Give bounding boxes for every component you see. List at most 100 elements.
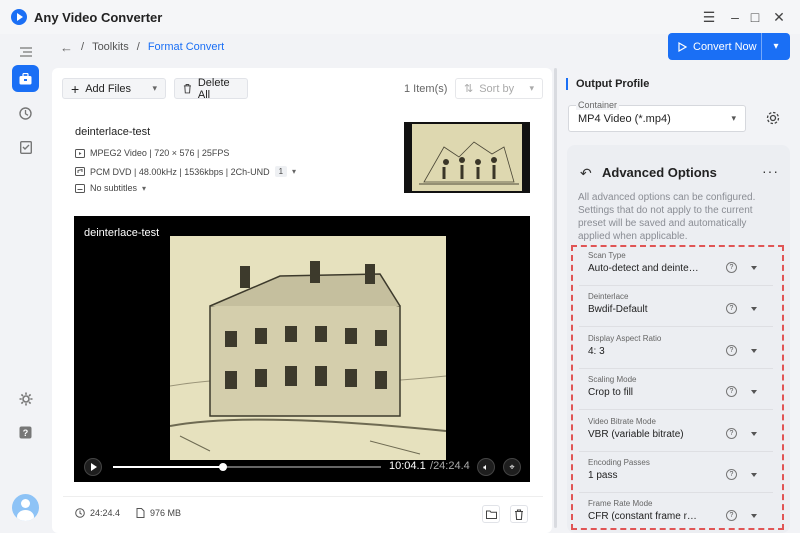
- left-rail: ?: [0, 34, 50, 533]
- toolkit-icon[interactable]: [12, 65, 39, 92]
- option-value: Bwdif-Default: [588, 304, 648, 315]
- output-profile-heading: Output Profile: [566, 78, 649, 90]
- sort-dropdown-icon: ▾: [529, 83, 534, 93]
- chevron-down-icon[interactable]: [751, 349, 757, 353]
- audio-track-icon: [75, 167, 85, 176]
- convert-now-main[interactable]: Convert Now: [668, 33, 762, 60]
- collapse-sidebar-icon[interactable]: [12, 38, 39, 65]
- option-label: Frame Rate Mode: [588, 499, 653, 508]
- option-encoding-passes[interactable]: Encoding Passes 1 pass ?: [579, 456, 773, 493]
- convert-now-button[interactable]: Convert Now ▾: [668, 33, 790, 60]
- file-card: deinterlace-test MPEG2 Video | 720 × 576…: [63, 110, 543, 526]
- app-title: Any Video Converter: [34, 10, 163, 25]
- help-icon[interactable]: ?: [12, 419, 39, 446]
- chevron-down-icon[interactable]: [751, 432, 757, 436]
- video-track-icon: [75, 148, 85, 158]
- snapshot-icon[interactable]: ⌖: [503, 458, 521, 476]
- user-avatar[interactable]: [12, 494, 39, 521]
- option-deinterlace[interactable]: Deinterlace Bwdif-Default ?: [579, 290, 773, 327]
- maximize-button[interactable]: □: [746, 8, 764, 26]
- option-value: Crop to fill: [588, 387, 634, 398]
- title-bar: Any Video Converter ☰ – □ ✕: [0, 0, 800, 34]
- history-clock-icon[interactable]: [12, 100, 39, 127]
- option-label: Video Bitrate Mode: [588, 417, 656, 426]
- delete-all-button[interactable]: Delete All: [174, 77, 248, 101]
- progress-handle[interactable]: [218, 463, 227, 471]
- option-value: CFR (constant frame r…: [588, 511, 697, 522]
- size-value: 976 MB: [150, 508, 182, 518]
- file-name: deinterlace-test: [75, 126, 151, 138]
- tasks-icon[interactable]: [12, 134, 39, 161]
- help-icon[interactable]: ?: [726, 510, 737, 521]
- advanced-options-title: Advanced Options: [602, 165, 717, 180]
- help-icon[interactable]: ?: [726, 262, 737, 273]
- clock-icon: [75, 508, 85, 518]
- option-label: Scan Type: [588, 251, 626, 260]
- container-value: MP4 Video (*.mp4): [578, 112, 671, 125]
- video-thumbnail[interactable]: [404, 122, 530, 193]
- video-info-row: MPEG2 Video | 720 × 576 | 25FPS: [75, 148, 229, 158]
- audio-info-row[interactable]: PCM DVD | 48.00kHz | 1536kbps | 2Ch-UND …: [75, 166, 296, 177]
- play-button[interactable]: [84, 458, 102, 476]
- file-icon: [136, 508, 145, 518]
- file-list-pane: + Add Files ▾ Delete All 1 Item(s) ⇅ Sor…: [52, 68, 552, 533]
- help-icon[interactable]: ?: [726, 386, 737, 397]
- sort-by-button[interactable]: ⇅ Sort by ▾: [455, 78, 543, 99]
- help-icon[interactable]: ?: [726, 428, 737, 439]
- option-display-aspect-ratio[interactable]: Display Aspect Ratio 4: 3 ?: [579, 332, 773, 369]
- add-files-dropdown-icon[interactable]: ▾: [152, 83, 157, 94]
- video-frame[interactable]: [170, 236, 446, 460]
- convert-now-label: Convert Now: [693, 40, 757, 53]
- video-info: MPEG2 Video | 720 × 576 | 25FPS: [90, 148, 230, 158]
- chevron-down-icon[interactable]: [751, 473, 757, 477]
- container-label: Container: [576, 100, 620, 110]
- option-frame-rate-mode[interactable]: Frame Rate Mode CFR (constant frame r… ?: [579, 497, 773, 528]
- chevron-down-icon: ▾: [731, 113, 736, 123]
- chevron-down-icon[interactable]: [751, 266, 757, 270]
- volume-icon[interactable]: 🔈︎: [477, 458, 495, 476]
- add-files-label: Add Files: [85, 82, 132, 95]
- file-card-footer: 24:24.4 976 MB: [63, 496, 543, 526]
- chevron-down-icon[interactable]: [751, 307, 757, 311]
- current-time: 10:04.1: [389, 460, 426, 472]
- audio-dropdown-icon[interactable]: ▾: [292, 167, 296, 176]
- breadcrumb-separator: /: [81, 41, 85, 53]
- advanced-options-description: All advanced options can be configured. …: [578, 192, 756, 242]
- back-icon[interactable]: ↶: [580, 165, 592, 182]
- subtitle-dropdown-icon[interactable]: ▾: [142, 184, 146, 193]
- convert-options-dropdown[interactable]: ▾: [762, 41, 790, 52]
- more-options-icon[interactable]: ···: [762, 163, 779, 179]
- profile-settings-icon[interactable]: [765, 110, 781, 126]
- breadcrumb-toolkits[interactable]: Toolkits: [92, 41, 129, 53]
- delete-file-button[interactable]: [510, 505, 528, 523]
- menu-icon[interactable]: ☰: [700, 8, 718, 26]
- close-button[interactable]: ✕: [770, 8, 788, 26]
- option-value: Auto-detect and deinte…: [588, 263, 699, 274]
- option-label: Display Aspect Ratio: [588, 334, 662, 343]
- help-icon[interactable]: ?: [726, 303, 737, 314]
- breadcrumb-current: Format Convert: [147, 41, 225, 53]
- subtitle-row[interactable]: No subtitles ▾: [75, 183, 146, 193]
- vertical-scrollbar[interactable]: [554, 68, 557, 528]
- option-scaling-mode[interactable]: Scaling Mode Crop to fill ?: [579, 373, 773, 410]
- back-arrow-icon[interactable]: ←: [60, 40, 73, 55]
- sort-by-label: Sort by: [479, 82, 515, 95]
- open-folder-button[interactable]: [482, 505, 500, 523]
- option-scan-type[interactable]: Scan Type Auto-detect and deinte… ?: [579, 249, 773, 286]
- progress-track[interactable]: [113, 463, 381, 471]
- chevron-down-icon[interactable]: [751, 390, 757, 394]
- subtitle-value: No subtitles: [90, 183, 138, 193]
- option-video-bitrate-mode[interactable]: Video Bitrate Mode VBR (variable bitrate…: [579, 415, 773, 452]
- option-label: Encoding Passes: [588, 458, 650, 467]
- minimize-button[interactable]: –: [726, 8, 744, 26]
- add-files-button[interactable]: + Add Files ▾: [62, 78, 166, 99]
- option-value: 4: 3: [588, 346, 605, 357]
- app-logo-icon: [11, 9, 27, 25]
- settings-gear-icon[interactable]: [12, 385, 39, 412]
- video-player[interactable]: deinterlace-test 10:04.1 /24:24.4 🔈︎ ⌖: [74, 216, 530, 482]
- duration-item: 24:24.4: [75, 508, 120, 518]
- option-value: VBR (variable bitrate): [588, 429, 684, 440]
- help-icon[interactable]: ?: [726, 469, 737, 480]
- chevron-down-icon[interactable]: [751, 514, 757, 518]
- help-icon[interactable]: ?: [726, 345, 737, 356]
